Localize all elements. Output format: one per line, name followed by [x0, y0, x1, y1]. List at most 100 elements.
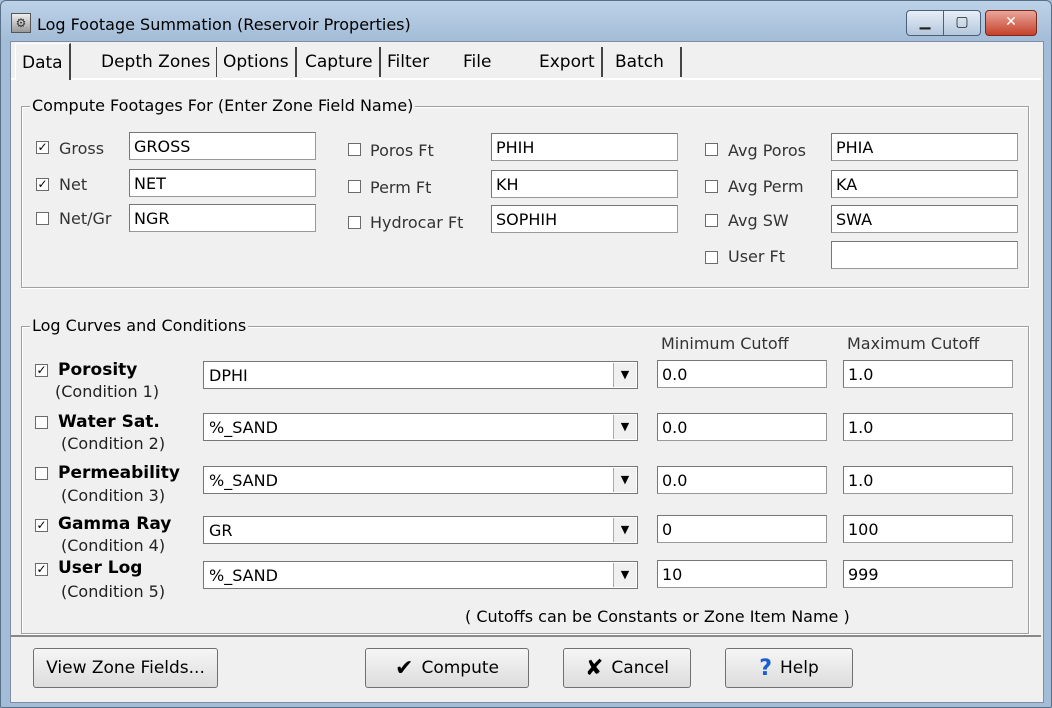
porosity-curve-select[interactable]: DPHI ▼	[203, 361, 638, 389]
user-log-label: User Log	[58, 558, 143, 578]
user-log-min-cutoff[interactable]	[657, 560, 827, 588]
gamma-ray-checkbox[interactable]: ✓	[35, 519, 48, 532]
water-sat-curve-value: %_SAND	[209, 418, 278, 437]
porosity-label: Porosity	[58, 360, 138, 380]
permeability-checkbox[interactable]	[35, 467, 48, 480]
main-window: ⚙ Log Footage Summation (Reservoir Prope…	[0, 0, 1052, 708]
window-title: Log Footage Summation (Reservoir Propert…	[37, 15, 411, 34]
condition-1-label: (Condition 1)	[55, 382, 160, 401]
avg-perm-field[interactable]	[831, 170, 1018, 198]
avg-perm-checkbox[interactable]	[705, 180, 718, 193]
poros-ft-checkbox[interactable]	[348, 143, 361, 156]
user-ft-label: User Ft	[728, 247, 786, 266]
maximize-button[interactable]: ▢	[943, 10, 981, 36]
porosity-min-cutoff[interactable]	[657, 360, 827, 388]
user-log-curve-select[interactable]: %_SAND ▼	[203, 561, 638, 589]
hydrocar-ft-label: Hydrocar Ft	[370, 213, 464, 232]
user-ft-checkbox[interactable]	[705, 251, 718, 264]
condition-5-label: (Condition 5)	[61, 582, 166, 601]
net-gr-label: Net/Gr	[59, 209, 112, 228]
condition-4-label: (Condition 4)	[61, 536, 166, 555]
close-button[interactable]: ✕	[985, 10, 1037, 36]
compute-footages-legend: Compute Footages For (Enter Zone Field N…	[30, 96, 416, 115]
user-ft-field[interactable]	[831, 241, 1018, 269]
tab-export[interactable]: Export	[533, 47, 603, 77]
water-sat-checkbox[interactable]	[35, 416, 48, 429]
poros-ft-label: Poros Ft	[370, 141, 434, 160]
tab-filter[interactable]: Filter	[381, 47, 464, 77]
tab-data[interactable]: Data	[15, 43, 71, 80]
chevron-down-icon[interactable]: ▼	[613, 468, 636, 492]
view-zone-fields-button[interactable]: View Zone Fields...	[33, 648, 218, 688]
gross-field[interactable]	[129, 132, 316, 160]
chevron-down-icon[interactable]: ▼	[613, 518, 636, 542]
permeability-curve-value: %_SAND	[209, 471, 278, 490]
avg-sw-checkbox[interactable]	[705, 214, 718, 227]
avg-poros-checkbox[interactable]	[705, 143, 718, 156]
compute-button[interactable]: ✔ Compute	[365, 648, 529, 688]
chevron-down-icon[interactable]: ▼	[613, 363, 636, 387]
cancel-button[interactable]: ✘ Cancel	[563, 648, 691, 688]
water-sat-curve-select[interactable]: %_SAND ▼	[203, 413, 638, 441]
porosity-max-cutoff[interactable]	[843, 360, 1013, 388]
permeability-curve-select[interactable]: %_SAND ▼	[203, 466, 638, 494]
permeability-label: Permeability	[58, 463, 180, 483]
help-button[interactable]: ? Help	[725, 648, 853, 688]
tab-depth-zones[interactable]: Depth Zones	[95, 47, 219, 77]
cutoffs-note: ( Cutoffs can be Constants or Zone Item …	[465, 607, 850, 626]
tab-capture[interactable]: Capture	[299, 47, 381, 77]
porosity-curve-value: DPHI	[209, 366, 248, 385]
gamma-ray-curve-select[interactable]: GR ▼	[203, 516, 638, 544]
chevron-down-icon[interactable]: ▼	[613, 563, 636, 587]
gross-checkbox[interactable]: ✓	[36, 141, 49, 154]
help-label: Help	[780, 658, 819, 678]
avg-sw-label: Avg SW	[728, 211, 789, 230]
avg-perm-label: Avg Perm	[728, 177, 804, 196]
chevron-down-icon[interactable]: ▼	[613, 415, 636, 439]
minimum-cutoff-header: Minimum Cutoff	[661, 334, 789, 353]
perm-ft-checkbox[interactable]	[348, 180, 361, 193]
maximum-cutoff-header: Maximum Cutoff	[847, 334, 980, 353]
condition-2-label: (Condition 2)	[61, 434, 166, 453]
perm-ft-label: Perm Ft	[370, 178, 432, 197]
log-curves-legend: Log Curves and Conditions	[30, 316, 249, 335]
cross-icon: ✘	[584, 655, 604, 681]
avg-poros-field[interactable]	[831, 133, 1018, 161]
check-icon: ✔	[395, 655, 414, 681]
condition-3-label: (Condition 3)	[61, 486, 166, 505]
data-tab-panel: Compute Footages For (Enter Zone Field N…	[11, 78, 1041, 637]
net-gr-checkbox[interactable]	[36, 212, 49, 225]
minimize-button[interactable]: ▁	[906, 10, 944, 36]
permeability-min-cutoff[interactable]	[657, 466, 827, 494]
hydrocar-ft-checkbox[interactable]	[348, 216, 361, 229]
porosity-checkbox[interactable]: ✓	[35, 364, 48, 377]
tab-batch[interactable]: Batch	[609, 47, 682, 77]
title-bar[interactable]: ⚙ Log Footage Summation (Reservoir Prope…	[1, 1, 1051, 41]
app-icon[interactable]: ⚙	[11, 13, 31, 33]
net-field[interactable]	[129, 169, 316, 197]
net-gr-field[interactable]	[129, 204, 316, 232]
gamma-ray-min-cutoff[interactable]	[657, 515, 827, 543]
poros-ft-field[interactable]	[491, 133, 678, 161]
gross-label: Gross	[59, 139, 105, 158]
tab-file[interactable]: File	[457, 47, 542, 77]
gamma-ray-max-cutoff[interactable]	[843, 515, 1013, 543]
water-sat-min-cutoff[interactable]	[657, 413, 827, 441]
net-checkbox[interactable]: ✓	[36, 178, 49, 191]
gamma-ray-curve-value: GR	[209, 521, 233, 540]
tab-options[interactable]: Options	[217, 47, 297, 77]
avg-poros-label: Avg Poros	[728, 141, 806, 160]
user-log-curve-value: %_SAND	[209, 566, 278, 585]
perm-ft-field[interactable]	[491, 170, 678, 198]
view-zone-fields-label: View Zone Fields...	[46, 658, 205, 678]
hydrocar-ft-field[interactable]	[491, 205, 678, 233]
water-sat-max-cutoff[interactable]	[843, 413, 1013, 441]
user-log-checkbox[interactable]: ✓	[35, 563, 48, 576]
tab-strip: Data Depth Zones Options Capture Filter …	[11, 42, 1043, 80]
permeability-max-cutoff[interactable]	[843, 466, 1013, 494]
help-icon: ?	[759, 655, 772, 681]
dialog-client: Data Depth Zones Options Capture Filter …	[10, 41, 1044, 703]
user-log-max-cutoff[interactable]	[843, 560, 1013, 588]
avg-sw-field[interactable]	[831, 205, 1018, 233]
net-label: Net	[59, 175, 88, 194]
